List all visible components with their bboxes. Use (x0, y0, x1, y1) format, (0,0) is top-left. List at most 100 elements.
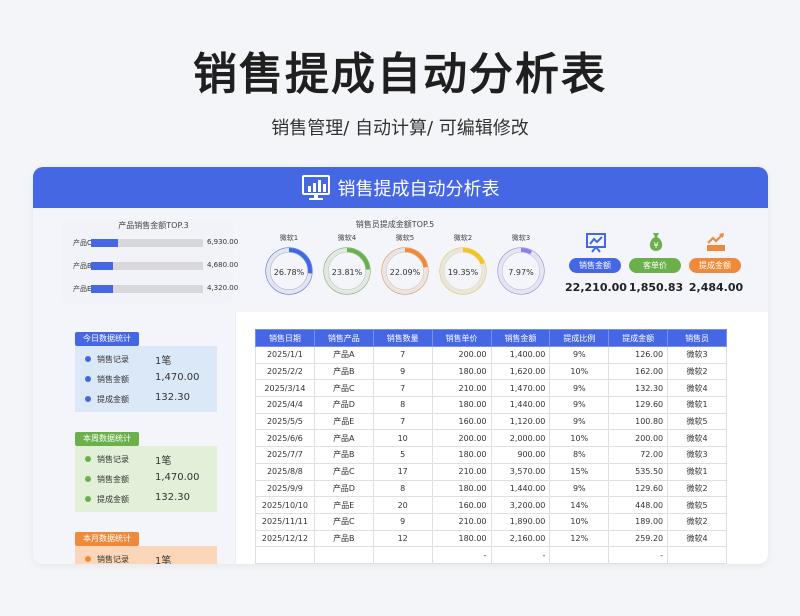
table-cell: 210.00 (431, 512, 492, 531)
table-cell: 8 (372, 396, 433, 414)
table-cell: 2025/4/4 (255, 396, 315, 414)
money-bag-icon: ¥ (645, 231, 667, 253)
table-cell: 210.00 (431, 379, 492, 398)
table-cell: 10% (549, 512, 610, 531)
stat-box: 销售记录 1笔销售金额 1,470.00 提成金额 132.30 (75, 346, 217, 412)
table-cell: 产品E (313, 412, 374, 431)
stat-row-value: 1笔 (155, 356, 172, 367)
table-cell: 微软2 (667, 512, 727, 531)
bullet-dot-icon (85, 356, 91, 362)
table-header-cell: 销售金额 (490, 329, 551, 347)
table-cell: 微软4 (667, 379, 727, 398)
top5-title: 销售员提成金额TOP.5 (355, 220, 435, 229)
table-cell: 210.00 (431, 462, 492, 481)
table-cell: 微软2 (667, 479, 727, 498)
stat-row-label: 销售记录 (97, 355, 129, 364)
table-cell: 1,890.00 (490, 512, 551, 531)
table-row: 2025/2/2 产品B 9 180.00 1,620.00 10% 162.00 微软2 (255, 362, 727, 381)
donut-percent: 19.35% (447, 268, 479, 277)
table-cell: 180.00 (431, 396, 492, 414)
table-row: 2025/12/12 产品B 12 180.00 2,160.00 12% 259.20 微软… (255, 529, 727, 548)
table-cell: 1,120.00 (490, 412, 551, 431)
stat-row-value: 1笔 (155, 556, 172, 564)
table-cell: 9 (372, 512, 433, 531)
table-header-cell: 销售数量 (372, 329, 433, 347)
table-cell: 产品A (313, 429, 374, 448)
table-header-cell: 提成比例 (549, 329, 610, 347)
table-cell: 8 (372, 479, 433, 498)
table-cell: 2025/6/6 (255, 429, 315, 448)
table-cell: 1,440.00 (490, 396, 551, 414)
table-row: 2025/5/5 产品E 7 160.00 1,120.00 9% 100.80 微软5 (255, 412, 727, 431)
commission-growth-icon (705, 231, 727, 253)
table-cell: 产品D (313, 479, 374, 498)
top3-bar-label: 产品B (73, 262, 92, 270)
donut-percent: 23.81% (331, 268, 363, 277)
stat-row-label: 提成金额 (97, 395, 129, 404)
svg-text:¥: ¥ (653, 241, 658, 250)
top3-bar-label: 产品C (73, 239, 92, 247)
table-cell: 2025/9/9 (255, 479, 315, 498)
table-cell: 9% (549, 346, 610, 364)
table-cell: 72.00 (608, 446, 669, 464)
table-cell: 产品B (313, 529, 374, 548)
table-cell: 180.00 (431, 446, 492, 464)
table-cell: 126.00 (608, 346, 669, 364)
table-cell (667, 546, 727, 564)
top3-bar-fill (91, 285, 114, 293)
table-cell: 7 (372, 379, 433, 398)
table-cell: 132.30 (608, 379, 669, 398)
donut-name: 微软2 (453, 234, 473, 242)
table-cell: 2025/11/11 (255, 512, 315, 531)
table-cell: - (608, 546, 669, 564)
table-cell: 14% (549, 496, 610, 514)
table-cell: 2,160.00 (490, 529, 551, 548)
table-cell: 189.00 (608, 512, 669, 531)
dashboard-card: 销售提成自动分析表 产品销售金额TOP.3 产品C 6,930.00 产品B 4,68… (33, 167, 768, 564)
table-cell: 129.60 (608, 396, 669, 414)
table-cell: 2,000.00 (490, 429, 551, 448)
table-cell: 162.00 (608, 362, 669, 381)
table-cell: 10 (372, 429, 433, 448)
sales-table: 销售日期 销售产品 销售数量 销售单价 销售金额 提成比例 提成金额 销售员 2025/1/1… (255, 329, 727, 564)
table-cell: 微软4 (667, 529, 727, 548)
top3-bar-value: 6,930.00 (207, 238, 239, 246)
table-cell: 180.00 (431, 362, 492, 381)
table-header-cell: 销售产品 (313, 329, 374, 347)
table-cell: 微软4 (667, 429, 727, 448)
table-cell: 448.00 (608, 496, 669, 514)
table-cell: - (431, 546, 492, 564)
table-cell: 129.60 (608, 479, 669, 498)
table-cell: 2025/1/1 (255, 346, 315, 364)
table-cell: 微软1 (667, 396, 727, 414)
table-cell (372, 546, 433, 564)
table-cell: 2025/12/12 (255, 529, 315, 548)
table-cell: 产品C (313, 379, 374, 398)
table-cell: 259.20 (608, 529, 669, 548)
top3-bar-value: 4,320.00 (207, 284, 239, 292)
salesperson-top5-panel: 销售员提成金额TOP.5 微软1 26.78% 微软4 23.81% 微软5 22.09%… (235, 219, 555, 305)
donut-percent: 22.09% (389, 268, 421, 277)
stat-tag: 今日数据统计 (75, 332, 139, 346)
table-cell: 17 (372, 462, 433, 481)
top3-title: 产品销售金额TOP.3 (118, 221, 189, 230)
table-cell: 微软1 (667, 462, 727, 481)
table-cell: 2025/10/10 (255, 496, 315, 514)
stat-row: 提成金额 132.30 (85, 492, 215, 506)
table-row: 2025/8/8 产品C 17 210.00 3,570.00 15% 535.50 微软1 (255, 462, 727, 481)
table-row: 2025/9/9 产品D 8 180.00 1,440.00 9% 129.60 微软2 (255, 479, 727, 498)
table-cell: 12 (372, 529, 433, 548)
table-cell: 1,440.00 (490, 479, 551, 498)
table-cell: 160.00 (431, 412, 492, 431)
stat-box: 销售记录 1笔 销售金额 1,470.00 提成金额 132.30 (75, 446, 217, 512)
stat-row-label: 销售金额 (97, 475, 129, 484)
stat-row: 销售金额 1,470.00 (85, 372, 215, 386)
stat-row-label: 销售记录 (97, 555, 129, 564)
stat-row-value: 1,470.00 (155, 372, 200, 383)
stat-row-value: 132.30 (155, 392, 190, 403)
table-cell: 200.00 (431, 346, 492, 364)
table-cell: - (490, 546, 551, 564)
table-cell: 5 (372, 446, 433, 464)
chart-board-icon (585, 231, 607, 253)
kpi-value: 2,484.00 (688, 281, 744, 294)
